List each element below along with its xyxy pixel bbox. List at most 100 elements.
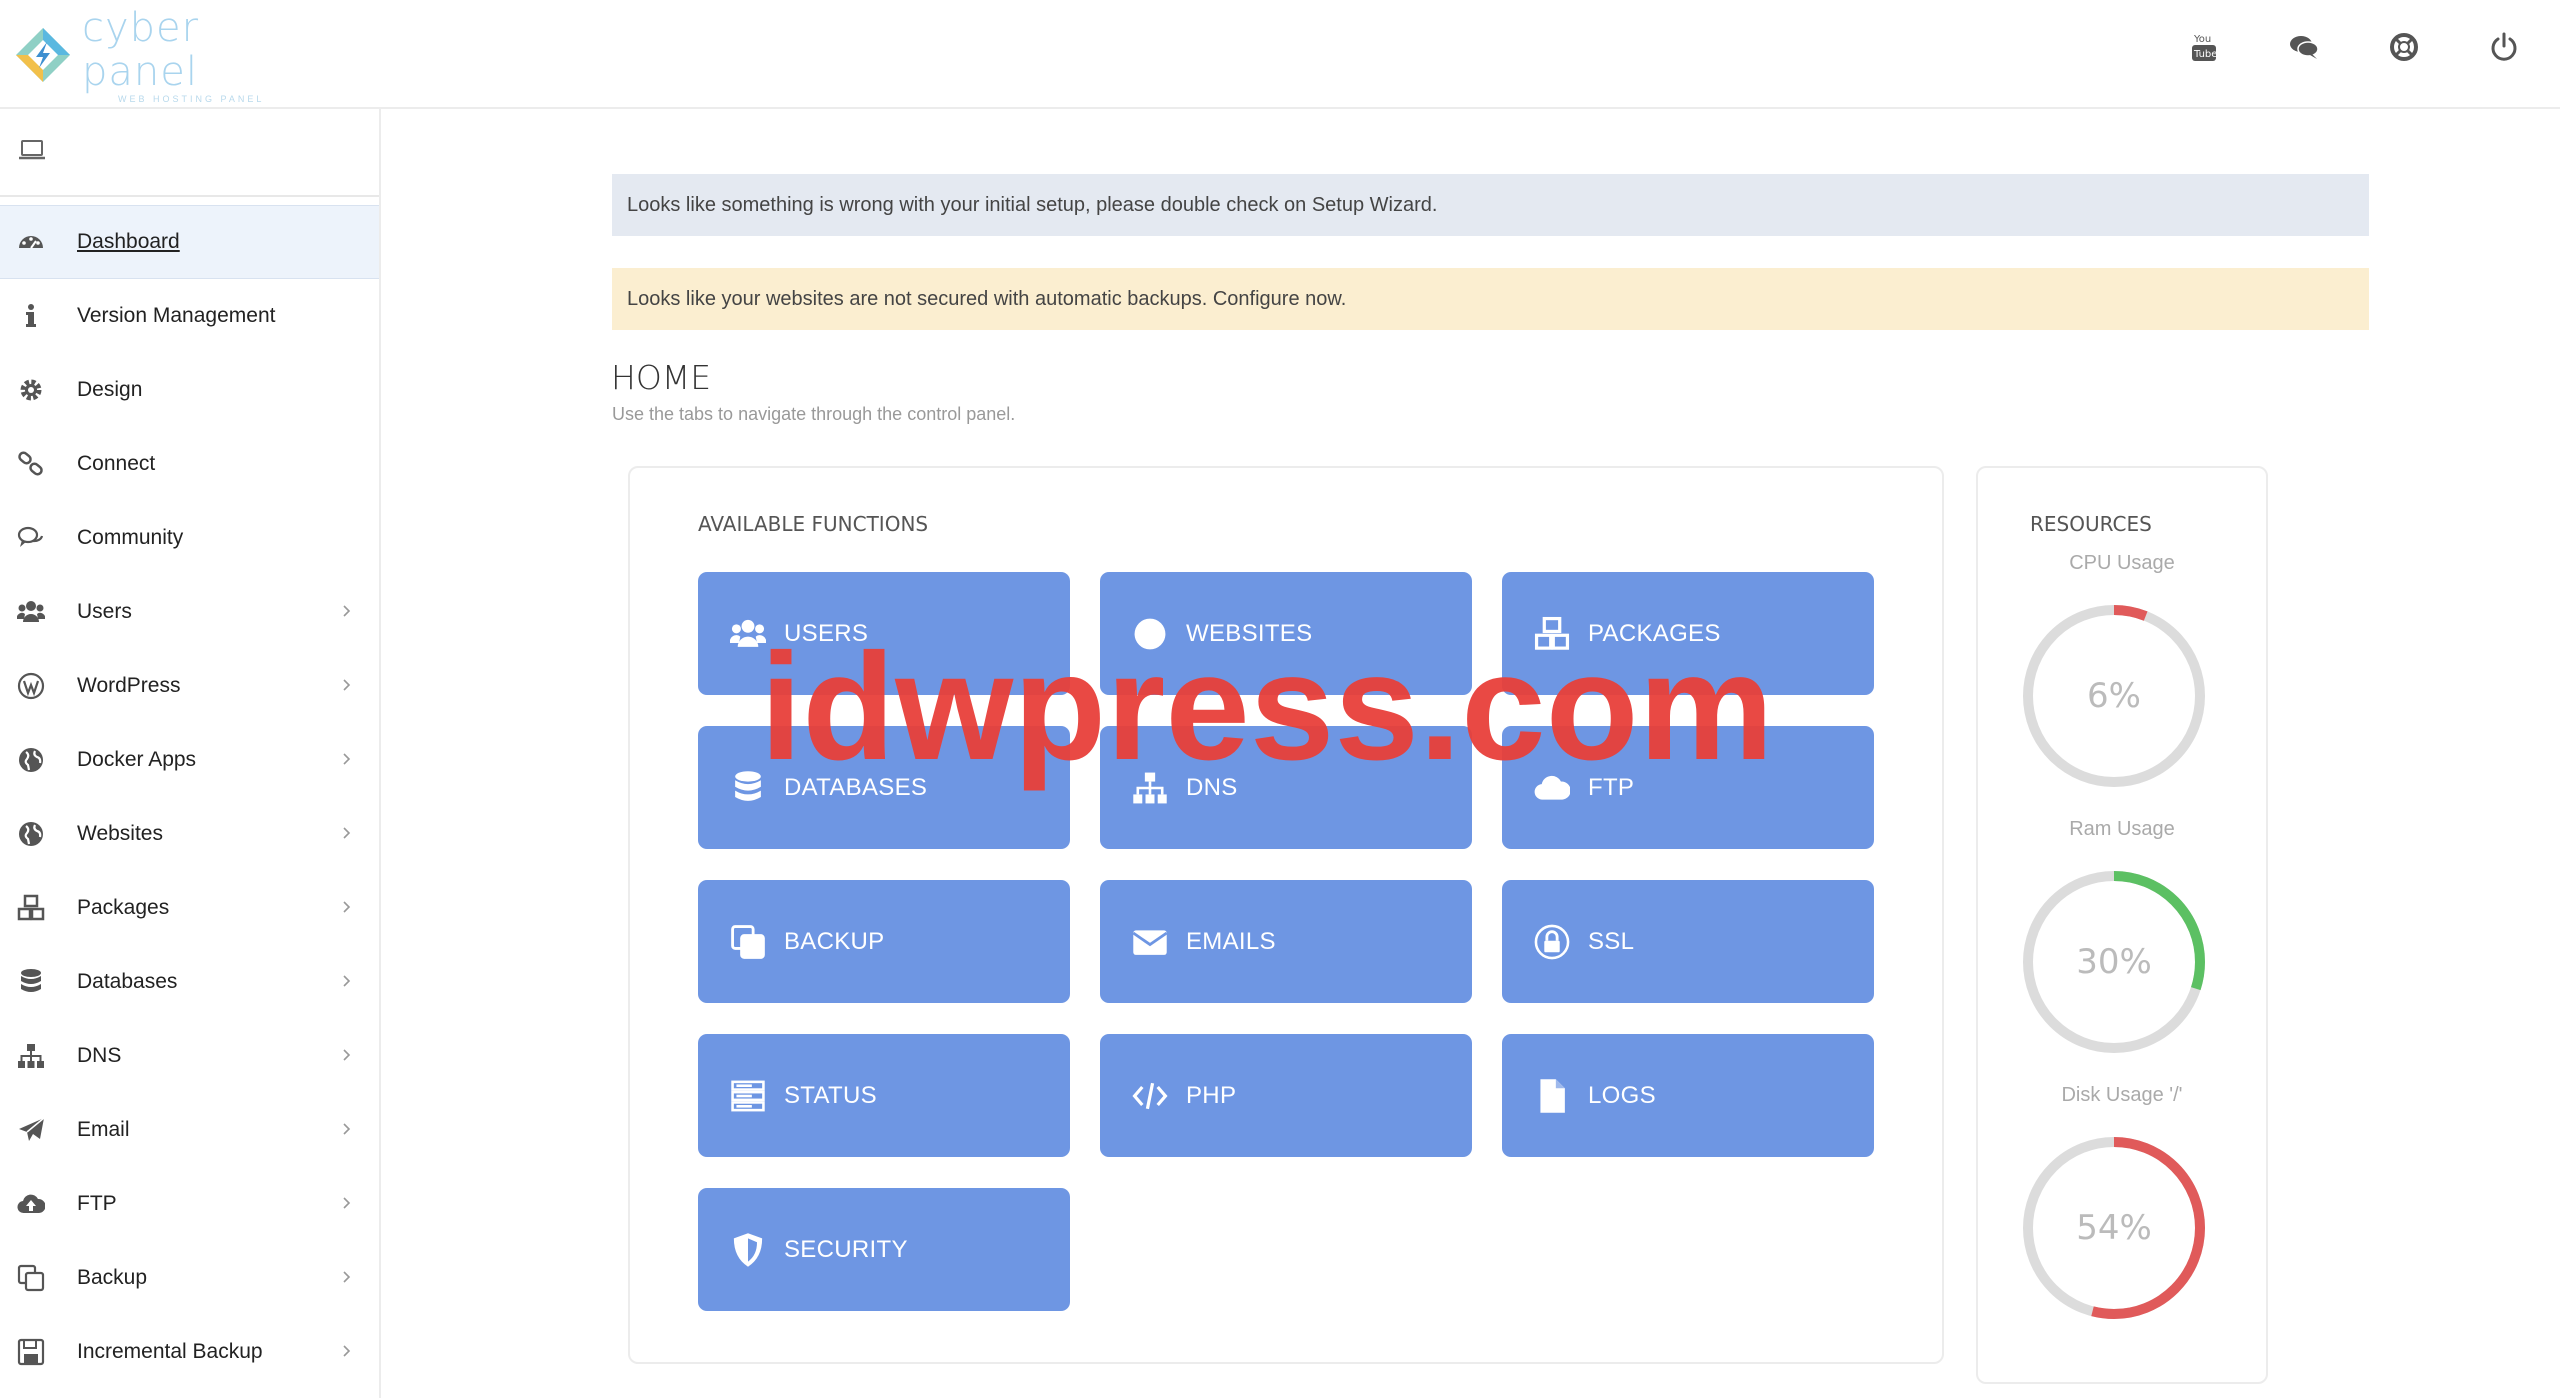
function-tile-label: STATUS xyxy=(784,1081,877,1109)
shield-icon xyxy=(728,1230,768,1270)
info-icon xyxy=(16,301,46,331)
power-icon[interactable] xyxy=(2488,28,2520,66)
chevron-right-icon xyxy=(337,897,357,917)
cloud-upload-icon xyxy=(16,1189,46,1219)
brand-name: cyber panel xyxy=(82,5,200,95)
function-tile-backup[interactable]: BACKUP xyxy=(698,880,1070,1003)
function-tile-label: BACKUP xyxy=(784,927,885,955)
database-icon xyxy=(16,967,46,997)
sidebar-item-label: Backup xyxy=(77,1266,148,1289)
paper-plane-icon xyxy=(16,1115,46,1145)
backup-alert[interactable]: Looks like your websites are not secured… xyxy=(612,268,2369,330)
sidebar-item-websites[interactable]: Websites xyxy=(0,797,379,871)
sidebar-item-label: Community xyxy=(77,526,184,549)
sidebar-item-label: Docker Apps xyxy=(77,748,197,771)
save-icon xyxy=(16,1337,46,1367)
watermark: idwpress.com xyxy=(760,622,1774,792)
sidebar-item-label: Databases xyxy=(77,970,178,993)
server-icon xyxy=(728,1076,768,1116)
copy-icon xyxy=(728,922,768,962)
cubes-icon xyxy=(16,893,46,923)
page-title: HOME xyxy=(611,358,712,397)
sidebar-item-design[interactable]: Design xyxy=(0,353,379,427)
copy-icon xyxy=(16,1263,46,1293)
sidebar-item-connect[interactable]: Connect xyxy=(0,427,379,501)
chat-icon[interactable] xyxy=(2288,28,2320,66)
resources-panel: RESOURCES CPU Usage 6% Ram Usage 30% Disk Us… xyxy=(1976,466,2268,1384)
chevron-right-icon xyxy=(337,749,357,769)
chevron-right-icon xyxy=(337,1045,357,1065)
chevron-right-icon xyxy=(337,1193,357,1213)
sitemap-icon xyxy=(16,1041,46,1071)
cyberpanel-logo-icon xyxy=(14,26,72,84)
sidebar-menu: Dashboard Version Management Design Connect… xyxy=(0,205,379,1389)
gauge-value: 54% xyxy=(2076,1208,2152,1248)
sidebar-item-packages[interactable]: Packages xyxy=(0,871,379,945)
sidebar-item-databases[interactable]: Databases xyxy=(0,945,379,1019)
gauge-label: Disk Usage '/' xyxy=(2061,1084,2183,1106)
sidebar-item-label: Connect xyxy=(77,452,156,475)
function-tile-ssl[interactable]: SSL xyxy=(1502,880,1874,1003)
logo[interactable]: cyber panel WEB HOSTING PANEL xyxy=(14,6,314,104)
globe-icon xyxy=(16,745,46,775)
chevron-right-icon xyxy=(337,823,357,843)
function-tile-label: SECURITY xyxy=(784,1235,908,1263)
lock-icon xyxy=(1532,922,1572,962)
file-icon xyxy=(1532,1076,1572,1116)
backup-alert-text: Looks like your websites are not secured… xyxy=(627,287,1347,310)
function-tile-logs[interactable]: LOGS xyxy=(1502,1034,1874,1157)
sidebar-item-label: Incremental Backup xyxy=(77,1340,263,1363)
globe-icon xyxy=(16,819,46,849)
sidebar-item-wordpress[interactable]: WordPress xyxy=(0,649,379,723)
sidebar-item-dashboard[interactable]: Dashboard xyxy=(0,205,379,279)
chevron-right-icon xyxy=(337,601,357,621)
sidebar-item-email[interactable]: Email xyxy=(0,1093,379,1167)
sidebar-item-ftp[interactable]: FTP xyxy=(0,1167,379,1241)
gear-icon xyxy=(16,375,46,405)
function-tile-emails[interactable]: EMAILS xyxy=(1100,880,1472,1003)
function-tile-status[interactable]: STATUS xyxy=(698,1034,1070,1157)
dashboard-icon xyxy=(16,227,46,257)
sidebar-item-label: Email xyxy=(77,1118,130,1141)
wordpress-icon xyxy=(16,671,46,701)
sidebar-item-incremental-backup[interactable]: Incremental Backup xyxy=(0,1315,379,1389)
chevron-right-icon xyxy=(337,971,357,991)
laptop-icon xyxy=(18,139,46,166)
setup-alert-text: Looks like something is wrong with your … xyxy=(627,193,1438,216)
sidebar-item-label: Dashboard xyxy=(77,230,180,253)
gauge-label: CPU Usage xyxy=(2069,552,2175,574)
chevron-right-icon xyxy=(337,1267,357,1287)
sidebar-item-backup[interactable]: Backup xyxy=(0,1241,379,1315)
functions-title: AVAILABLE FUNCTIONS xyxy=(698,512,929,536)
function-tile-security[interactable]: SECURITY xyxy=(698,1188,1070,1311)
sidebar-item-label: FTP xyxy=(77,1192,117,1215)
gauge-label: Ram Usage xyxy=(2069,818,2175,840)
code-icon xyxy=(1130,1076,1170,1116)
youtube-icon[interactable]: You Tube xyxy=(2188,28,2220,66)
svg-text:Tube: Tube xyxy=(2193,49,2217,60)
sidebar-item-community[interactable]: Community xyxy=(0,501,379,575)
sidebar-toggle[interactable] xyxy=(0,109,379,197)
chevron-right-icon xyxy=(337,1119,357,1139)
gauge-value: 30% xyxy=(2076,942,2152,982)
sidebar-item-version-management[interactable]: Version Management xyxy=(0,279,379,353)
sidebar-item-label: WordPress xyxy=(77,674,181,697)
function-tile-label: PHP xyxy=(1186,1081,1237,1109)
sidebar-item-users[interactable]: Users xyxy=(0,575,379,649)
sidebar-item-label: Packages xyxy=(77,896,170,919)
chevron-right-icon xyxy=(337,675,357,695)
gauge-value: 6% xyxy=(2087,676,2141,716)
function-tile-php[interactable]: PHP xyxy=(1100,1034,1472,1157)
setup-alert[interactable]: Looks like something is wrong with your … xyxy=(612,174,2369,236)
envelope-icon xyxy=(1130,922,1170,962)
function-tile-label: LOGS xyxy=(1588,1081,1656,1109)
support-icon[interactable] xyxy=(2388,28,2420,66)
sidebar-item-label: Design xyxy=(77,378,143,401)
link-icon xyxy=(16,449,46,479)
sidebar-item-dns[interactable]: DNS xyxy=(0,1019,379,1093)
sidebar-item-label: Version Management xyxy=(77,304,276,327)
sidebar-item-docker-apps[interactable]: Docker Apps xyxy=(0,723,379,797)
comments-icon xyxy=(16,523,46,553)
sidebar: Dashboard Version Management Design Connect… xyxy=(0,109,381,1398)
available-functions-panel: AVAILABLE FUNCTIONS USERS WEBSITES PACKAGE… xyxy=(628,466,1944,1364)
